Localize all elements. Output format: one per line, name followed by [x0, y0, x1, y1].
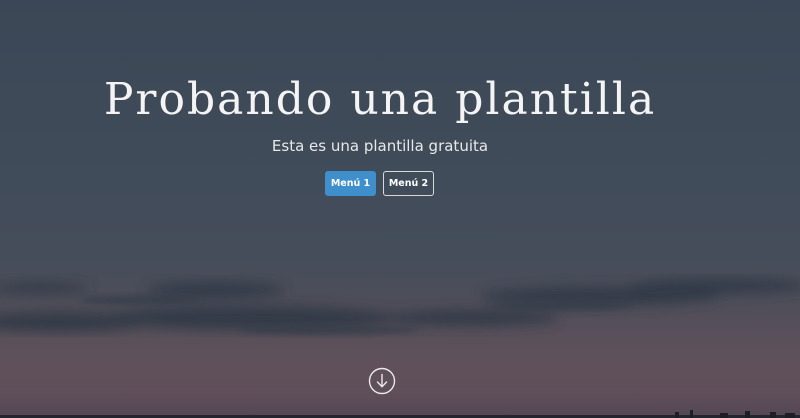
menu-1-button[interactable]: Menú 1 — [325, 171, 376, 196]
sky-clouds-background — [0, 279, 800, 418]
arrow-down-circle-icon — [368, 367, 396, 395]
hero-section: Probando una plantilla Esta es una plant… — [0, 0, 800, 418]
hero-title: Probando una plantilla — [103, 74, 657, 125]
shoreline-silhouette — [0, 410, 800, 418]
scroll-down-button[interactable] — [368, 367, 396, 395]
hero-subtitle: Esta es una plantilla gratuita — [271, 137, 489, 155]
menu-2-button[interactable]: Menú 2 — [383, 171, 434, 196]
